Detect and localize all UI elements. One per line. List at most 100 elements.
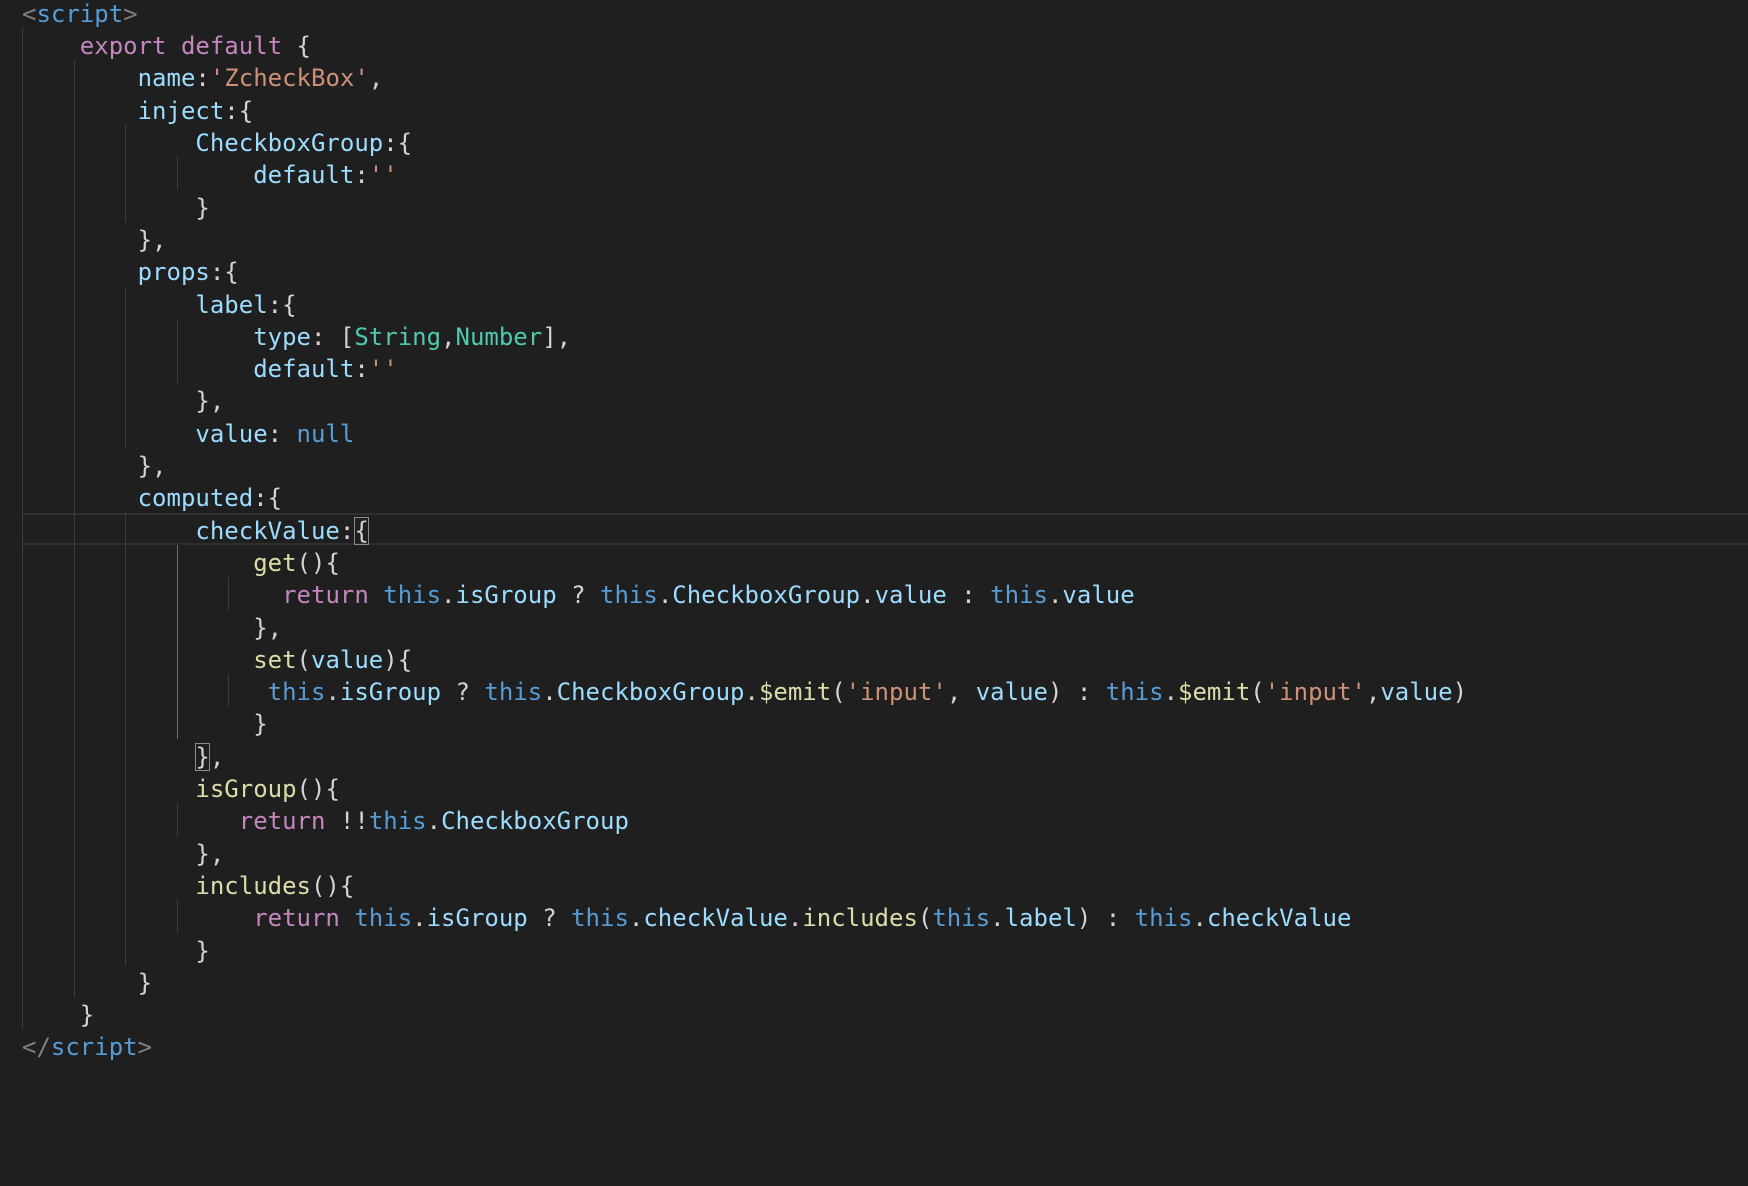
code-line[interactable]: get(){ (22, 545, 340, 581)
code-token: '' (368, 355, 398, 384)
code-token: this (1105, 678, 1164, 707)
code-line[interactable]: } (22, 997, 94, 1033)
code-line[interactable]: }, (22, 836, 224, 872)
code-line[interactable]: name:'ZcheckBox', (22, 60, 384, 96)
code-token: , (368, 64, 384, 93)
code-token: return (282, 581, 369, 610)
code-token: : (339, 516, 355, 545)
code-token: }, (22, 613, 283, 642)
code-token: checkValue (1206, 904, 1352, 933)
code-token: . (1163, 678, 1179, 707)
code-token: CheckboxGroup (556, 678, 745, 707)
code-token: . (860, 581, 875, 610)
code-token: { (282, 32, 312, 61)
matched-bracket: } (195, 742, 210, 771)
code-line[interactable]: props:{ (22, 254, 239, 290)
code-line[interactable]: default:'' (22, 157, 398, 193)
code-line[interactable]: }, (22, 448, 167, 484)
code-line[interactable]: } (22, 933, 209, 969)
code-line[interactable]: isGroup(){ (22, 771, 340, 807)
code-editor[interactable]: <script> export default { name:'ZcheckBo… (0, 0, 1748, 1186)
code-token: null (296, 419, 355, 448)
code-token: CheckboxGroup (672, 581, 861, 610)
code-token: default (253, 355, 355, 384)
code-token: :{ (209, 258, 239, 287)
code-token: return (253, 904, 340, 933)
code-token: , (209, 742, 225, 771)
code-token: checkValue (195, 516, 340, 545)
code-token: > (123, 0, 138, 28)
code-token: this (932, 904, 991, 933)
code-line[interactable]: }, (22, 610, 282, 646)
code-line[interactable]: }, (22, 739, 224, 775)
code-token: script (36, 0, 124, 28)
code-token: ( (831, 678, 846, 707)
code-token: this (990, 581, 1048, 610)
code-line[interactable]: }, (22, 383, 224, 419)
code-token: }, (22, 225, 167, 254)
code-token: this (354, 904, 413, 933)
code-token: !! (325, 807, 369, 836)
code-token: ){ (383, 645, 413, 674)
code-token: . (441, 581, 456, 610)
code-token: > (137, 1033, 153, 1062)
code-token: < (22, 0, 37, 28)
code-token: set (253, 645, 297, 674)
code-token: ( (1250, 678, 1265, 707)
code-token: ( (917, 904, 933, 933)
code-token: export (79, 32, 167, 61)
code-token: ? (527, 904, 572, 933)
code-line[interactable]: }, (22, 222, 167, 258)
code-token: } (22, 968, 153, 997)
code-line[interactable]: computed:{ (22, 480, 283, 516)
code-line[interactable]: this.isGroup ? this.CheckboxGroup.$emit(… (22, 674, 1467, 710)
code-token: (){ (296, 548, 340, 577)
code-line[interactable]: return !!this.CheckboxGroup (22, 803, 629, 839)
code-token: ) : (1047, 678, 1106, 707)
code-line[interactable]: label:{ (22, 287, 296, 323)
code-token: } (22, 1001, 95, 1030)
code-token: . (426, 807, 442, 836)
code-line[interactable]: } (22, 965, 152, 1001)
code-line[interactable]: value: null (22, 416, 354, 452)
code-line[interactable]: CheckboxGroup:{ (22, 125, 412, 161)
code-token: : (946, 581, 991, 610)
code-token: $emit (758, 678, 832, 707)
code-line[interactable]: } (22, 706, 267, 742)
code-token: label (195, 290, 268, 319)
code-line[interactable]: checkValue:{ (22, 513, 369, 549)
code-line[interactable]: } (22, 190, 209, 226)
code-line[interactable]: includes(){ (22, 868, 354, 904)
code-line[interactable]: </script> (22, 1029, 152, 1065)
code-token: props (137, 258, 210, 287)
code-line[interactable]: default:'' (22, 351, 398, 387)
code-line[interactable]: inject:{ (22, 93, 254, 129)
code-token: : [ (310, 322, 355, 351)
code-token: isGroup (426, 904, 528, 933)
code-line[interactable]: <script> (22, 0, 138, 32)
code-line[interactable]: return this.isGroup ? this.checkValue.in… (22, 900, 1351, 936)
code-line[interactable]: export default { (22, 28, 311, 64)
code-token: , (1365, 678, 1381, 707)
code-token: }, (22, 839, 225, 868)
code-line[interactable]: type: [String,Number], (22, 319, 571, 355)
code-token: script (50, 1033, 138, 1062)
code-token: (){ (310, 871, 355, 900)
code-line[interactable]: return this.isGroup ? this.CheckboxGroup… (22, 577, 1135, 613)
code-token: inject (137, 96, 225, 125)
code-token: $emit (1178, 678, 1251, 707)
code-token: name (137, 64, 196, 93)
code-token: value (311, 645, 384, 674)
code-line[interactable]: set(value){ (22, 642, 412, 678)
code-token: default (253, 161, 355, 190)
code-token: default (180, 32, 283, 61)
code-token: 'input' (1264, 678, 1366, 707)
